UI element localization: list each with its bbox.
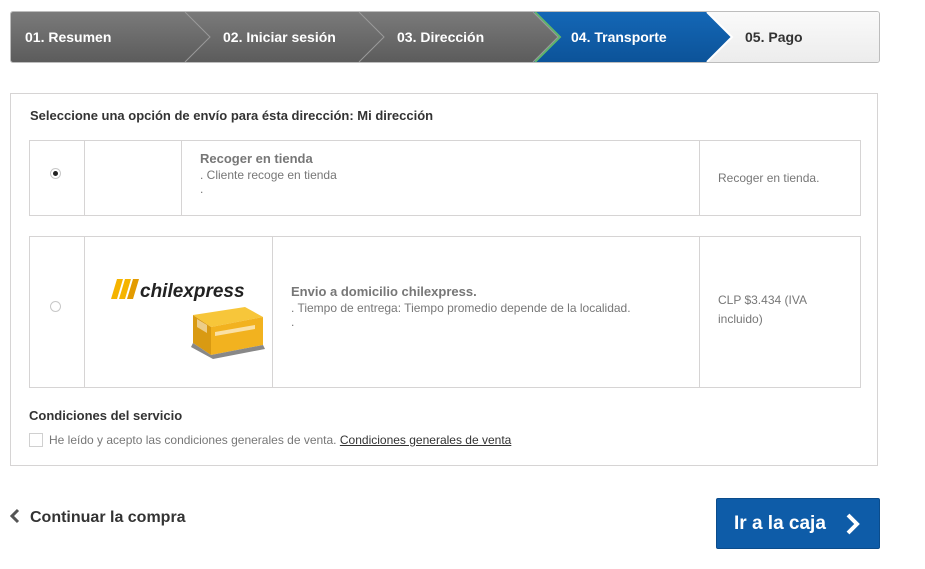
continue-shopping-label: Continuar la compra: [30, 509, 186, 526]
carrier-extra: .: [291, 315, 295, 329]
terms-link[interactable]: Condiciones generales de venta: [340, 433, 511, 447]
step-transporte: 04. Transporte: [571, 29, 667, 45]
terms-checkbox[interactable]: [29, 433, 43, 447]
carrier-logo-cell: [84, 141, 181, 215]
checkout-button-label: Ir a la caja: [734, 513, 826, 534]
option-radio-cell[interactable]: [30, 237, 84, 387]
checkout-steps: 01. Resumen 02. Iniciar sesión 03. Direc…: [10, 11, 880, 63]
carrier-price: Recoger en tienda.: [718, 171, 820, 185]
terms-title: Condiciones del servicio: [29, 408, 183, 423]
carrier-extra: .: [200, 182, 204, 196]
shipping-section-title: Seleccione una opción de envío para ésta…: [30, 108, 434, 123]
step-resumen[interactable]: 01. Resumen: [25, 12, 111, 62]
carrier-name: Envio a domicilio chilexpress.: [291, 284, 477, 299]
carrier-delay: . Cliente recoge en tienda: [200, 168, 337, 182]
radio-icon[interactable]: [50, 168, 61, 179]
option-radio-cell[interactable]: [30, 141, 84, 215]
shipping-options-panel: Seleccione una opción de envío para ésta…: [10, 93, 878, 466]
carrier-logo-cell: chilexpress: [84, 237, 272, 387]
chevron-left-icon: [10, 508, 20, 524]
carrier-info-cell: Recoger en tienda . Cliente recoge en ti…: [181, 141, 699, 215]
carrier-price-cell: Recoger en tienda.: [699, 141, 860, 215]
terms-text-row: He leído y acepto las condiciones genera…: [49, 433, 511, 447]
delivery-option-chilexpress[interactable]: chilexpress Envio a domicilio chilexpres…: [29, 236, 861, 388]
step-direccion[interactable]: 03. Dirección: [397, 12, 484, 62]
carrier-delay: . Tiempo de entrega: Tiempo promedio dep…: [291, 301, 631, 315]
terms-text: He leído y acepto las condiciones genera…: [49, 433, 337, 447]
carrier-info-cell: Envio a domicilio chilexpress. . Tiempo …: [272, 237, 699, 387]
step-pago: 05. Pago: [745, 29, 803, 45]
chilexpress-logo: chilexpress: [111, 279, 265, 359]
step-iniciar-sesion[interactable]: 02. Iniciar sesión: [223, 12, 336, 62]
logo-wordmark: chilexpress: [140, 281, 245, 302]
delivery-option-pickup[interactable]: Recoger en tienda . Cliente recoge en ti…: [29, 140, 861, 216]
continue-shopping-link[interactable]: Continuar la compra: [10, 508, 186, 527]
checkout-button[interactable]: Ir a la caja: [716, 498, 880, 549]
chevron-right-icon: [846, 513, 860, 535]
carrier-price-cell: CLP $3.434 (IVA incluido): [699, 237, 860, 387]
carrier-name: Recoger en tienda: [200, 151, 313, 166]
radio-icon[interactable]: [50, 301, 61, 312]
carrier-price: CLP $3.434 (IVA incluido): [718, 293, 807, 326]
